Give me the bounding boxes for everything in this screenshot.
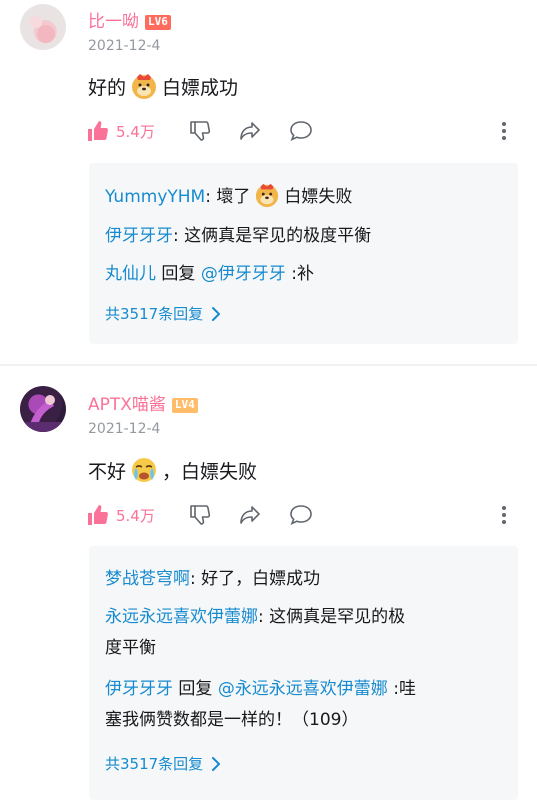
reply-text: :哇 (387, 679, 416, 699)
dislike-button[interactable] (188, 500, 212, 530)
reply-separator: : (258, 607, 270, 627)
reply-text: 这俩真是罕见的极度平衡 (184, 226, 372, 246)
like-button[interactable]: 5.4万 (86, 116, 155, 146)
reply-text: 好了，白嫖成功 (201, 569, 321, 589)
comment-text-part: 不好 (88, 460, 127, 483)
reply-item[interactable]: 永远永远喜欢伊蕾娜: 这俩真是罕见的极度平衡 (105, 602, 505, 664)
reply-username[interactable]: 伊牙牙牙 (105, 679, 173, 699)
share-button[interactable] (238, 500, 262, 530)
reply-separator: : (205, 187, 217, 207)
level-badge: LV4 (171, 397, 198, 413)
reply-preview-box[interactable]: YummyYHM: 壞了 白嫖失败 伊牙牙牙: 这俩真是罕见的极度平衡 丸仙儿 … (89, 163, 518, 344)
more-options-button[interactable] (494, 500, 514, 530)
view-all-replies-link[interactable]: 共3517条回复 (105, 753, 221, 774)
reply-username[interactable]: 梦战苍穹啊 (105, 569, 190, 589)
view-all-replies-label[interactable]: 共3517条回复 (105, 303, 203, 324)
comment-text: 好的 白嫖成功 (88, 72, 238, 100)
like-count: 5.4万 (116, 122, 155, 141)
username[interactable]: APTX喵酱 LV4 (88, 390, 198, 415)
more-vertical-icon (502, 506, 506, 524)
action-bar: 5.4万 (86, 116, 516, 146)
avatar[interactable] (20, 386, 66, 432)
thumbs-up-icon (88, 121, 108, 141)
thumbs-down-icon (190, 121, 211, 141)
view-all-replies-label[interactable]: 共3517条回复 (105, 753, 203, 774)
mention-link[interactable]: @永远永远喜欢伊蕾娜 (218, 679, 388, 699)
reply-preview-box[interactable]: 梦战苍穹啊: 好了，白嫖成功 永远永远喜欢伊蕾娜: 这俩真是罕见的极度平衡 伊牙… (89, 546, 518, 800)
comment-text-part: 好的 (88, 76, 127, 99)
doge-emoji-icon (256, 183, 279, 208)
comment-text-part: 白嫖成功 (162, 76, 239, 99)
view-all-replies-link[interactable]: 共3517条回复 (105, 303, 221, 324)
like-button[interactable]: 5.4万 (86, 500, 155, 530)
doge-emoji-icon (132, 74, 157, 99)
reply-text: 壞了 (216, 187, 251, 207)
reply-word: 回复 (173, 679, 218, 699)
reply-text: 白嫖失败 (284, 187, 353, 207)
reply-item[interactable]: 伊牙牙牙 回复 @永远永远喜欢伊蕾娜 :哇塞我俩赞数都是一样的！（109） (105, 674, 505, 736)
comment-bubble-icon (290, 505, 312, 526)
username[interactable]: 比一呦 LV6 (88, 7, 171, 32)
reply-text: 度平衡 (105, 638, 156, 658)
reply-username[interactable]: YummyYHM (105, 187, 205, 207)
reply-item[interactable]: 丸仙儿 回复 @伊牙牙牙 :补 (105, 259, 505, 290)
comment-date: 2021-12-4 (88, 421, 161, 437)
reply-item[interactable]: YummyYHM: 壞了 白嫖失败 (105, 182, 505, 213)
username-text[interactable]: APTX喵酱 (88, 395, 166, 415)
action-bar: 5.4万 (86, 500, 516, 530)
like-count: 5.4万 (116, 506, 155, 525)
crying-emoji-icon (132, 458, 157, 482)
reply-word: 回复 (156, 264, 201, 284)
avatar[interactable] (20, 4, 66, 50)
reply-username[interactable]: 丸仙儿 (105, 264, 156, 284)
level-badge: LV6 (145, 14, 171, 30)
chevron-right-icon (212, 756, 221, 771)
thumbs-down-icon (190, 505, 211, 525)
dislike-button[interactable] (188, 116, 212, 146)
more-options-button[interactable] (494, 116, 514, 146)
comment-text-part: ，白嫖失败 (162, 460, 258, 483)
share-icon (240, 506, 260, 524)
username-text[interactable]: 比一呦 (88, 12, 139, 32)
reply-button[interactable] (288, 500, 314, 530)
reply-text: 塞我俩赞数都是一样的！（109） (105, 710, 359, 730)
share-button[interactable] (238, 116, 262, 146)
reply-item[interactable]: 梦战苍穹啊: 好了，白嫖成功 (105, 564, 505, 595)
reply-item[interactable]: 伊牙牙牙: 这俩真是罕见的极度平衡 (105, 221, 505, 252)
comment-text: 不好 ，白嫖失败 (88, 456, 257, 484)
comment-2: APTX喵酱 LV4 2021-12-4 不好 ，白嫖失败 5.4万 梦战苍穹啊… (0, 366, 537, 800)
reply-username[interactable]: 伊牙牙牙 (105, 226, 173, 246)
reply-text: :补 (285, 264, 314, 284)
thumbs-up-icon (88, 505, 108, 525)
more-vertical-icon (502, 122, 506, 140)
reply-username[interactable]: 永远永远喜欢伊蕾娜 (105, 607, 258, 627)
reply-button[interactable] (288, 116, 314, 146)
comment-date: 2021-12-4 (88, 38, 161, 54)
comment-1: 比一呦 LV6 2021-12-4 好的 白嫖成功 5.4万 YummyYHM:… (0, 0, 537, 364)
reply-separator: : (190, 569, 202, 589)
mention-link[interactable]: @伊牙牙牙 (201, 264, 286, 284)
comment-bubble-icon (290, 121, 312, 142)
share-icon (240, 122, 260, 140)
chevron-right-icon (212, 306, 221, 321)
reply-text: 这俩真是罕见的极 (269, 607, 406, 627)
reply-separator: : (173, 226, 185, 246)
